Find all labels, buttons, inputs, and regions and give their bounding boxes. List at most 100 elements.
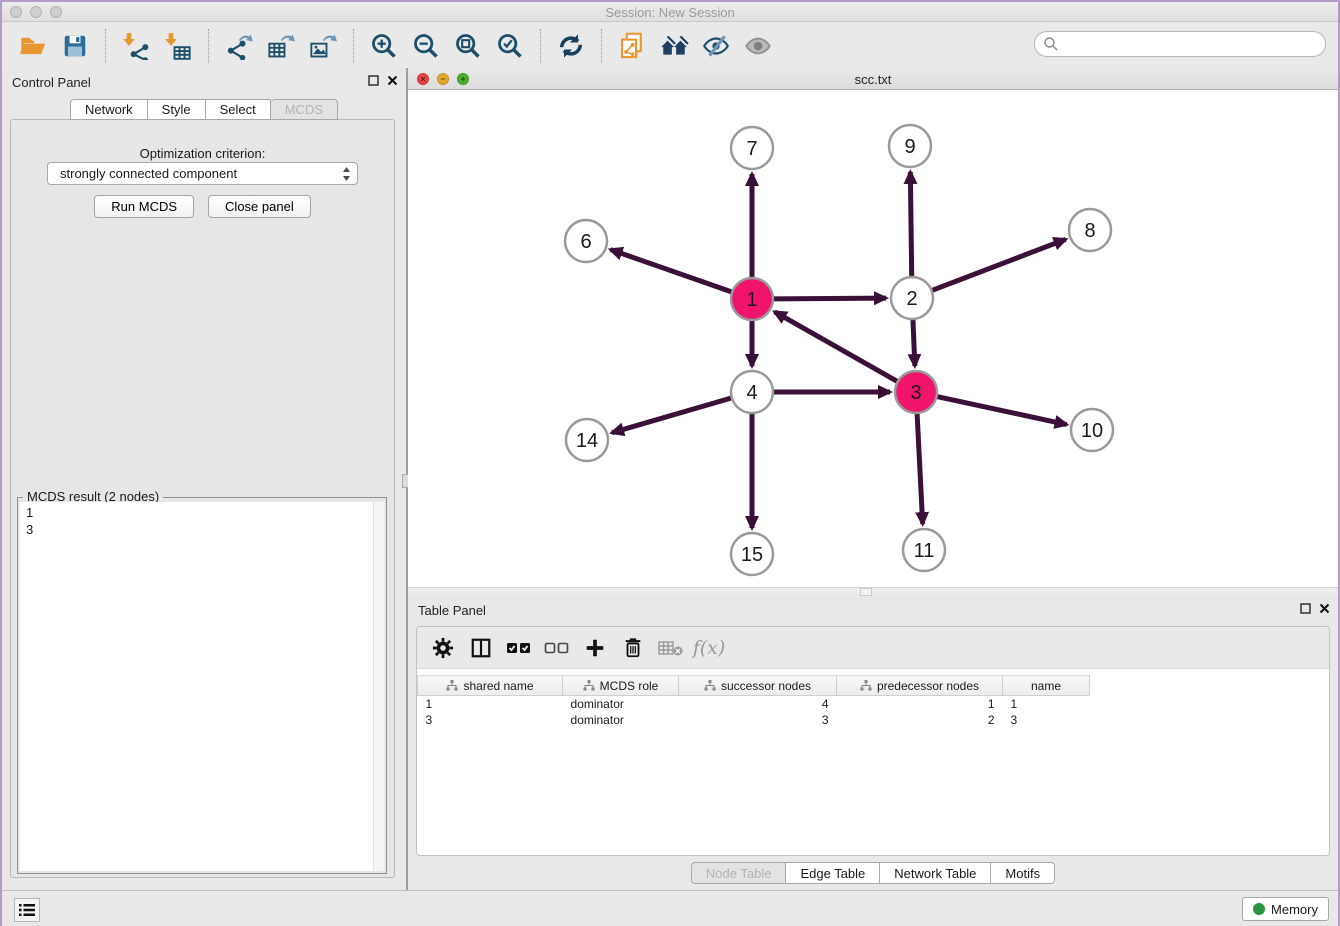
zoom-fit-icon[interactable] (453, 31, 483, 61)
tab-select[interactable]: Select (206, 99, 271, 120)
criterion-select[interactable]: strongly connected component (47, 162, 358, 185)
node-table: shared name MCDS role successor nodes pr… (417, 675, 1090, 728)
network-window-titlebar[interactable]: × − + scc.txt (408, 68, 1338, 90)
search-input[interactable] (1034, 31, 1326, 57)
table-cell[interactable]: 3 (679, 712, 837, 728)
table-panel-float-icon[interactable] (1300, 603, 1311, 614)
column-header-predecessor-nodes[interactable]: predecessor nodes (837, 676, 1003, 696)
table-cell[interactable]: 1 (837, 696, 1003, 712)
control-panel-float-icon[interactable] (368, 75, 379, 86)
select-all-columns-icon[interactable] (505, 634, 533, 662)
zoom-in-icon[interactable] (369, 31, 399, 61)
graph-edge-3-1[interactable] (775, 312, 897, 381)
mcds-result-list[interactable]: 1 3 (20, 502, 384, 871)
network-bottom-strip (408, 587, 1338, 594)
column-layout-icon[interactable] (467, 634, 495, 662)
network-window-title: scc.txt (408, 72, 1338, 87)
tab-style[interactable]: Style (148, 99, 206, 120)
horizontal-splitter-grip[interactable] (860, 588, 872, 596)
main-toolbar (2, 23, 1338, 68)
graph-node-label-4: 4 (746, 382, 757, 404)
zoom-out-icon[interactable] (411, 31, 441, 61)
mcds-result-values: 1 3 (20, 502, 384, 540)
run-mcds-button[interactable]: Run MCDS (94, 195, 194, 218)
column-type-icon (446, 680, 458, 691)
memory-button[interactable]: Memory (1242, 897, 1329, 921)
hide-details-eye-icon[interactable] (701, 31, 731, 61)
tab-mcds[interactable]: MCDS (271, 99, 338, 120)
table-panel-close-icon[interactable] (1319, 603, 1330, 614)
list-icon (19, 903, 35, 917)
table-row[interactable]: 1dominator411 (418, 696, 1090, 712)
delete-column-icon[interactable] (619, 634, 647, 662)
control-panel-tabs: Network Style Select MCDS (2, 99, 406, 120)
titlebar: Session: New Session (2, 2, 1338, 22)
column-header-successor-nodes[interactable]: successor nodes (679, 676, 837, 696)
table-cell[interactable]: 1 (1003, 696, 1090, 712)
graph-edge-3-11[interactable] (917, 414, 923, 524)
zoom-selected-icon[interactable] (495, 31, 525, 61)
table-cell[interactable]: 3 (1003, 712, 1090, 728)
result-scrollbar[interactable] (373, 502, 384, 871)
export-network-icon[interactable] (224, 31, 254, 61)
control-panel: Control Panel Network Style Select MCDS … (2, 68, 406, 890)
table-tabs: Node Table Edge Table Network Table Moti… (408, 862, 1338, 884)
add-column-icon[interactable] (581, 634, 609, 662)
toolbar-separator (540, 29, 541, 63)
graph-node-label-1: 1 (746, 289, 757, 311)
status-bar: Memory (2, 890, 1338, 926)
control-panel-title: Control Panel (12, 75, 91, 90)
graph-node-label-2: 2 (906, 288, 917, 310)
graph-edge-1-2[interactable] (774, 298, 886, 299)
ndex-houses-icon[interactable] (659, 31, 689, 61)
search-icon (1043, 36, 1059, 52)
network-window: × − + scc.txt 1234678910111415 (408, 68, 1338, 594)
tab-node-table[interactable]: Node Table (691, 862, 787, 884)
table-cell[interactable]: 3 (418, 712, 563, 728)
graph-node-label-15: 15 (741, 544, 763, 566)
graph-edge-2-8[interactable] (933, 239, 1066, 290)
app-window: Session: New Session (2, 2, 1338, 926)
table-body: 1dominator4113dominator323 (418, 696, 1090, 728)
table-cell[interactable]: 2 (837, 712, 1003, 728)
show-details-eye-icon[interactable] (743, 31, 773, 61)
tab-edge-table[interactable]: Edge Table (786, 862, 880, 884)
save-session-icon[interactable] (60, 31, 90, 61)
delete-table-icon (657, 634, 685, 662)
column-header-name[interactable]: name (1003, 676, 1090, 696)
graph-edge-4-14[interactable] (612, 398, 731, 433)
graph-edge-1-6[interactable] (611, 250, 732, 292)
table-cell[interactable]: 1 (418, 696, 563, 712)
tab-network[interactable]: Network (70, 99, 148, 120)
unselect-all-columns-icon[interactable] (543, 634, 571, 662)
table-panel-title: Table Panel (418, 603, 486, 618)
table-cell[interactable]: dominator (563, 712, 679, 728)
apply-layout-icon[interactable] (556, 31, 586, 61)
network-canvas[interactable]: 1234678910111415 (408, 90, 1338, 587)
import-table-icon[interactable] (163, 31, 193, 61)
graph-edge-2-3[interactable] (913, 320, 915, 366)
column-header-mcds-role[interactable]: MCDS role (563, 676, 679, 696)
copy-network-icon[interactable] (617, 31, 647, 61)
table-row[interactable]: 3dominator323 (418, 712, 1090, 728)
export-image-icon[interactable] (308, 31, 338, 61)
tab-network-table[interactable]: Network Table (880, 862, 991, 884)
table-cell[interactable]: 4 (679, 696, 837, 712)
graph-edge-3-10[interactable] (938, 397, 1067, 425)
import-network-icon[interactable] (121, 31, 151, 61)
control-panel-close-icon[interactable] (387, 75, 398, 86)
table-frame: f(x) shared name MCDS role successor nod… (416, 626, 1330, 856)
close-panel-button[interactable]: Close panel (208, 195, 311, 218)
export-table-icon[interactable] (266, 31, 296, 61)
table-settings-gear-icon[interactable] (429, 634, 457, 662)
open-session-icon[interactable] (18, 31, 48, 61)
tab-motifs[interactable]: Motifs (991, 862, 1055, 884)
graph-node-label-3: 3 (910, 382, 921, 404)
task-history-button[interactable] (14, 898, 40, 922)
table-cell[interactable]: dominator (563, 696, 679, 712)
column-header-shared-name[interactable]: shared name (418, 676, 563, 696)
column-type-icon (704, 680, 716, 691)
optimization-criterion-label: Optimization criterion: (11, 146, 394, 161)
table-header-row: shared name MCDS role successor nodes pr… (418, 676, 1090, 696)
graph-edge-2-9[interactable] (910, 172, 911, 276)
